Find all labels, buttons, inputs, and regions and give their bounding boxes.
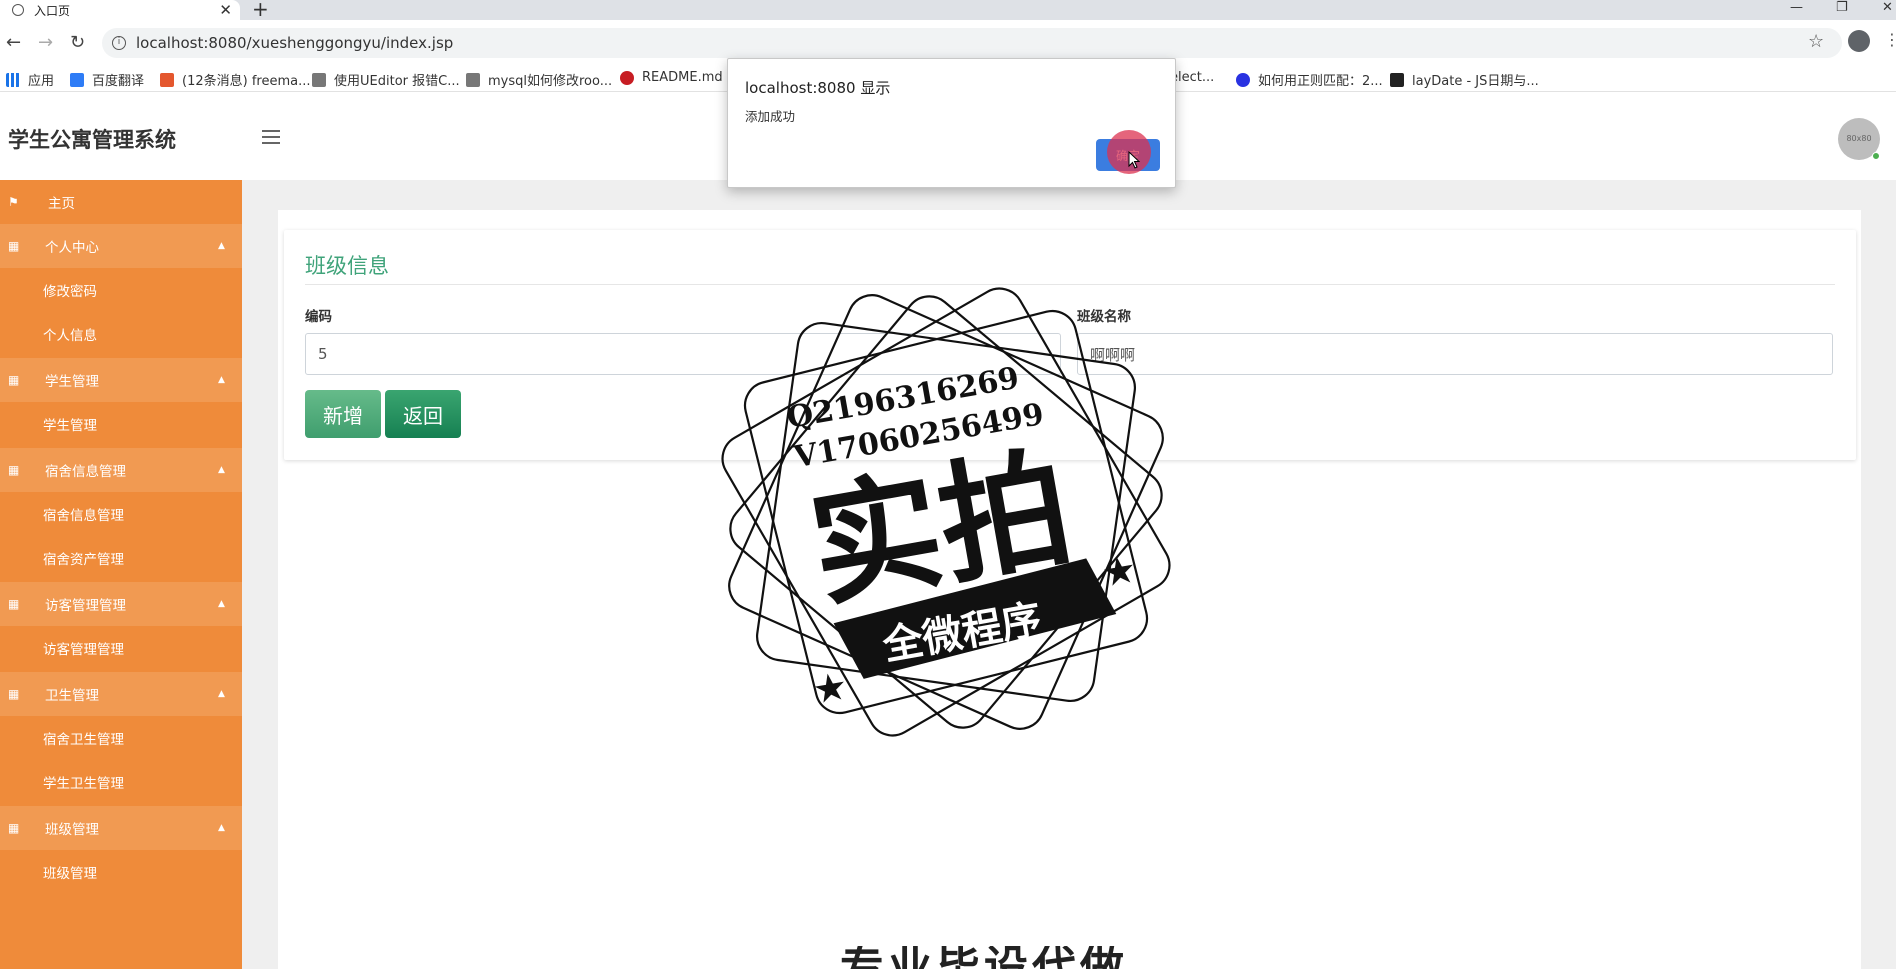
sidebar-item-dorm-assets[interactable]: 宿舍资产管理 [0,536,242,580]
grid-icon: ▦ [8,239,20,253]
flag-icon: ⚑ [8,195,19,209]
reload-icon[interactable]: ↻ [70,32,85,53]
sidebar-item-home[interactable]: ⚑ 主页 [0,180,242,224]
close-tab-icon[interactable]: ✕ [219,1,232,19]
sidebar-group-students[interactable]: ▦ 学生管理 ▲ [0,358,242,402]
bookmark-apps[interactable]: 应用 [6,70,54,89]
sidebar-item-visitors[interactable]: 访客管理管理 [0,626,242,670]
back-icon[interactable]: ← [6,32,21,53]
info-icon[interactable]: i [112,36,126,50]
sidebar-item-dorm-hygiene[interactable]: 宿舍卫生管理 [0,716,242,760]
dialog-title: localhost:8080 显示 [745,79,891,97]
url-text: localhost:8080/xueshenggongyu/index.jsp [136,34,454,52]
baidu-paw-icon [1236,72,1250,87]
dialog-message: 添加成功 [745,109,796,124]
caret-up-icon: ▲ [218,823,225,833]
back-button[interactable]: 返回 [385,390,461,438]
url-field[interactable]: i localhost:8080/xueshenggongyu/index.js… [102,28,1842,58]
caret-up-icon: ▲ [218,689,225,699]
minimize-icon[interactable]: — [1790,0,1803,15]
site-icon [312,72,326,87]
sidebar-item-students[interactable]: 学生管理 [0,402,242,446]
new-tab-button[interactable]: + [252,0,269,21]
online-status-dot [1872,152,1880,160]
forward-icon[interactable]: → [38,32,53,53]
caret-up-icon: ▲ [218,375,225,385]
restore-icon[interactable]: ❐ [1836,0,1848,15]
caret-up-icon: ▲ [218,465,225,475]
sidebar-item-dorm-info[interactable]: 宿舍信息管理 [0,492,242,536]
sidebar-item-personal-info[interactable]: 个人信息 [0,312,242,356]
browser-tab[interactable]: 入口页 ✕ [0,0,240,20]
tab-title: 入口页 [34,3,71,18]
bookmark-item[interactable]: README.md · [620,70,731,85]
bookmark-item[interactable]: 使用UEditor 报错C... [312,70,460,89]
caret-up-icon: ▲ [218,599,225,609]
grid-icon: ▦ [8,597,20,611]
site-icon [466,72,480,87]
grid-icon: ▦ [8,821,20,835]
bookmark-item[interactable]: mysql如何修改roo... [466,70,612,89]
bookmark-item[interactable]: 如何用正则匹配：2... [1236,70,1383,89]
bookmark-item[interactable]: 百度翻译 [70,70,144,89]
menu-icon[interactable]: ⋮ [1884,30,1896,49]
bookmark-item[interactable]: layDate - JS日期与... [1390,70,1539,89]
add-button[interactable]: 新增 [305,390,381,438]
csdn-icon [160,72,174,87]
caret-up-icon: ▲ [218,241,225,251]
watermark-stamp: Q2196316269 V17060256499 实拍 全微程序 ★ ★ [721,287,1171,737]
form-title: 班级信息 [305,254,389,278]
bookmark-star-icon[interactable]: ☆ [1808,31,1824,52]
code-label: 编码 [305,309,332,325]
app-brand: 学生公寓管理系统 [8,128,176,152]
bookmark-item[interactable]: (12条消息) freema... [160,70,310,89]
sidebar-item-change-password[interactable]: 修改密码 [0,268,242,312]
browser-tab-bar: 入口页 ✕ + — ❐ ✕ [0,0,1896,21]
profile-icon[interactable] [1848,30,1870,52]
grid-icon: ▦ [8,463,20,477]
baidu-translate-icon [70,72,84,87]
hamburger-menu-icon[interactable] [262,130,280,148]
globe-icon [12,4,24,16]
sidebar-group-hygiene[interactable]: ▦ 卫生管理 ▲ [0,672,242,716]
sidebar: ⚑ 主页 ▦ 个人中心 ▲ 修改密码 个人信息 ▦ 学生管理 ▲ 学生管理 ▦ … [0,180,242,969]
class-name-input[interactable]: 啊啊啊 [1077,333,1833,375]
gitee-icon [620,70,634,85]
close-window-icon[interactable]: ✕ [1882,0,1893,15]
sidebar-item-student-hygiene[interactable]: 学生卫生管理 [0,760,242,804]
sidebar-group-personal[interactable]: ▦ 个人中心 ▲ [0,224,242,268]
laydate-icon [1390,72,1404,87]
bookmark-item[interactable]: elect... [1170,70,1214,85]
sidebar-group-dorm-info[interactable]: ▦ 宿舍信息管理 ▲ [0,448,242,492]
sidebar-group-visitors[interactable]: ▦ 访客管理管理 ▲ [0,582,242,626]
alert-dialog: localhost:8080 显示 添加成功 确定 [727,58,1176,188]
sidebar-group-classes[interactable]: ▦ 班级管理 ▲ [0,806,242,850]
grid-icon: ▦ [8,373,20,387]
watermark-bottom-text: 专业毕设代做 [840,946,1128,969]
apps-grid-icon [6,72,20,87]
mouse-cursor-icon [1128,151,1140,169]
grid-icon: ▦ [8,687,20,701]
sidebar-item-classes[interactable]: 班级管理 [0,850,242,894]
